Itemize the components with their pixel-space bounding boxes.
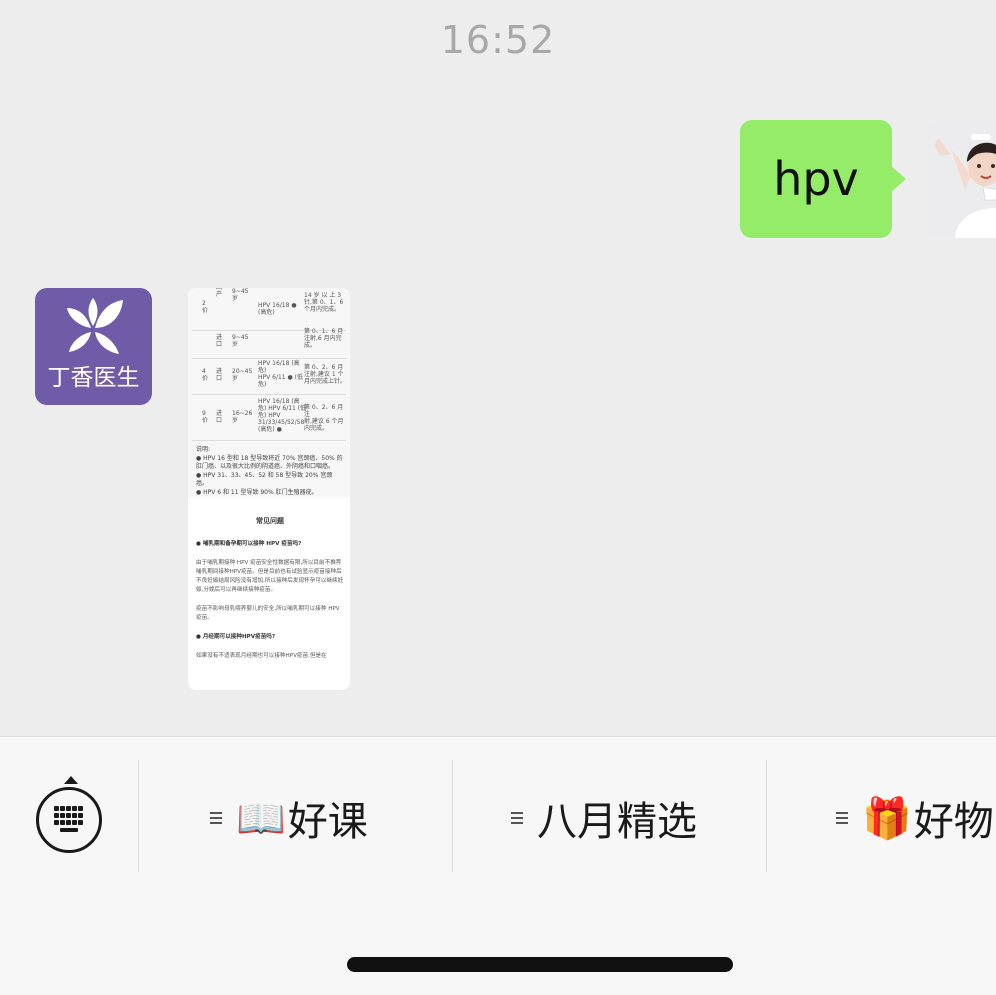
table-cell: 第 0、1、6 月 注射,6 月内完 成。 (304, 328, 344, 349)
user-photo-icon (927, 120, 996, 238)
menu-item-courses[interactable]: 📖 好课 (210, 790, 368, 846)
user-avatar[interactable] (927, 120, 996, 238)
table-row: 4 价 进 口 20~45 岁 HPV 16/18 (高 危) HPV 6/11… (192, 360, 346, 395)
vaccine-table: 2 价 国 产 9~45 岁 HPV 16/18 ● (高危) 14 岁 以 上… (188, 288, 350, 498)
table-cell: 2 价 (202, 300, 209, 314)
chat-screen: 16:52 hpv 丁香医生 2 价 产 9~45 岁 HPV 16/18 ● … (0, 0, 996, 995)
submenu-icon (511, 809, 523, 827)
table-cell: 进 口 (216, 334, 223, 348)
faq-section: 常见问题 ● 哺乳期和备孕期可以接种 HPV 疫苗吗? 由于哺乳期接种 HPV … (196, 516, 344, 671)
article-image-card[interactable]: 2 价 国 产 9~45 岁 HPV 16/18 ● (高危) 14 岁 以 上… (188, 288, 350, 690)
table-cell: 9~45 岁 (232, 288, 249, 302)
table-cell: HPV 16/18 ● (高危) (258, 302, 297, 316)
keyboard-icon (51, 804, 87, 836)
bot-avatar-label: 丁香医生 (47, 365, 140, 391)
table-cell: HPV 16/18 (高 危) HPV 6/11 (低 危) HPV 31/33… (258, 398, 307, 433)
submenu-icon (836, 809, 848, 827)
table-cell: HPV 16/18 (高 危) HPV 6/11 ● (低 危) (258, 360, 304, 388)
note-line: ● HPV 31、33、45、52 和 58 型导致 20% 宫颈癌。 (196, 471, 333, 488)
table-cell: 第 0、2、6 月注 射,建议 6 个月 内完成。 (304, 404, 344, 432)
table-row: 进 口 9~45 岁 第 0、1、6 月 注射,6 月内完 成。 (192, 328, 346, 359)
submenu-icon (210, 809, 222, 827)
menu-item-august-picks[interactable]: 八月精选 (511, 790, 697, 846)
table-cell: 进 口 (216, 368, 223, 382)
caret-up-icon (64, 776, 78, 784)
book-icon: 📖 (236, 795, 286, 842)
home-indicator[interactable] (347, 957, 733, 972)
faq-answer: 由于哺乳期接种 HPV 疫苗安全性数据有限,所以目前不推荐哺乳期间接种HPV疫苗… (196, 560, 344, 593)
bot-avatar[interactable]: 丁香医生 (35, 288, 152, 405)
table-cell: 9~45 岁 (232, 334, 249, 348)
note-line: ● HPV 16 型和 18 型导致将近 70% 宫颈癌、50% 的肛门癌、以及… (196, 454, 343, 471)
menu-divider (138, 760, 139, 872)
gift-icon: 🎁 (862, 795, 912, 842)
table-cell: 16~26 岁 (232, 410, 253, 424)
table-cell: 国 产 (216, 288, 223, 298)
faq-question: ● 哺乳期和备孕期可以接种 HPV 疫苗吗? (196, 541, 302, 547)
menu-divider (766, 760, 767, 872)
table-cell: 9 价 (202, 410, 209, 424)
note-line: ● HPV 6 和 11 型导致 90% 肛门生殖器疣。 (196, 488, 318, 496)
outgoing-message-bubble[interactable]: hpv (740, 120, 906, 238)
keyboard-toggle-button[interactable] (36, 776, 102, 853)
menu-item-label: 好课 (287, 799, 368, 845)
message-timestamp: 16:52 (440, 18, 556, 62)
note-line: 说明: (196, 446, 211, 453)
table-row: 2 价 国 产 9~45 岁 HPV 16/18 ● (高危) 14 岁 以 上… (192, 288, 346, 331)
menu-divider (452, 760, 453, 872)
table-cell: 14 岁 以 上 3 针,第 0、1、6 个月内完成。 (304, 292, 344, 313)
table-cell: 第 0、2、6 月 注射,建议 1 个 月内完成上针。 (304, 364, 347, 385)
faq-question: ● 月经期可以接种HPV疫苗吗? (196, 634, 276, 640)
faq-title: 常见问题 (256, 517, 284, 525)
menu-item-goods[interactable]: 🎁 好物 (836, 790, 994, 846)
table-cell: 4 价 (202, 368, 209, 382)
table-cell: 20~45 岁 (232, 368, 253, 382)
outgoing-message-text: hpv (773, 152, 859, 206)
menu-item-label: 好物 (913, 799, 994, 845)
faq-answer: 如果没有不适表现月经期也可以接种HPV疫苗,但是在 (196, 653, 327, 659)
table-notes: 说明: ● HPV 16 型和 18 型导致将近 70% 宫颈癌、50% 的肛门… (196, 446, 344, 497)
faq-answer: 疫苗不影响母乳喂养婴儿的安全,所以哺乳期可以接种 HPV 疫苗。 (196, 606, 340, 621)
table-row: 9 价 进 口 16~26 岁 HPV 16/18 (高 危) HPV 6/11… (192, 396, 346, 441)
menu-item-label: 八月精选 (537, 799, 697, 845)
table-cell: 进 口 (216, 410, 223, 424)
